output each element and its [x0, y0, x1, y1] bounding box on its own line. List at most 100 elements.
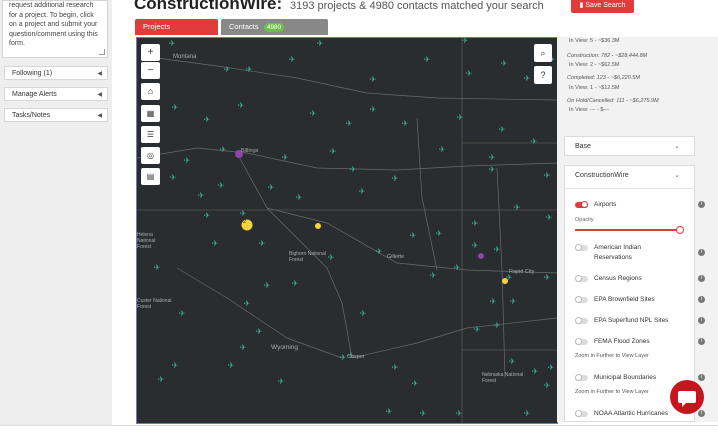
airport-icon[interactable]: ✈ — [289, 55, 296, 64]
project-cluster-marker[interactable] — [478, 253, 484, 259]
airport-icon[interactable]: ✈ — [330, 147, 337, 156]
airport-icon[interactable]: ✈ — [268, 183, 275, 192]
layer-toggle-airports[interactable]: Airports i — [575, 200, 705, 212]
airport-icon[interactable]: ✈ — [412, 379, 419, 388]
airport-icon[interactable]: ✈ — [420, 409, 427, 418]
airport-icon[interactable]: ✈ — [264, 281, 271, 290]
airport-icon[interactable]: ✈ — [392, 174, 399, 183]
chevron-down-icon[interactable]: ⌄ — [674, 171, 680, 179]
airport-icon[interactable]: ✈ — [544, 381, 551, 390]
airport-icon[interactable]: ✈ — [501, 59, 508, 68]
airport-icon[interactable]: ✈ — [238, 101, 245, 110]
airport-icon[interactable]: ✈ — [204, 115, 211, 124]
airport-icon[interactable]: ✈ — [198, 191, 205, 200]
airport-icon[interactable]: ✈ — [224, 65, 231, 74]
sidebar-item-manage-alerts[interactable]: Manage Alerts ◀ — [4, 87, 108, 101]
toggle-switch[interactable] — [575, 296, 588, 303]
airport-icon[interactable]: ✈ — [457, 113, 464, 122]
info-icon[interactable]: i — [698, 317, 705, 324]
airport-icon[interactable]: ✈ — [402, 119, 409, 128]
chevron-down-icon[interactable]: ⌄ — [674, 142, 680, 150]
airport-icon[interactable]: ✈ — [228, 361, 235, 370]
airport-icon[interactable]: ✈ — [172, 361, 179, 370]
map-search-button[interactable]: ⌕ — [534, 44, 552, 62]
airport-icon[interactable]: ✈ — [184, 156, 191, 165]
project-cluster-marker[interactable] — [315, 223, 321, 229]
toggle-switch[interactable] — [575, 410, 588, 417]
save-search-button[interactable]: ▮ Save Search — [571, 0, 634, 13]
map-help-button[interactable]: ? — [534, 66, 552, 84]
sidebar-item-following[interactable]: Following (1) ◀ — [4, 66, 108, 80]
info-icon[interactable]: i — [698, 296, 705, 303]
airport-icon[interactable]: ✈ — [386, 407, 393, 416]
info-icon[interactable]: i — [698, 338, 705, 345]
airport-icon[interactable]: ✈ — [158, 375, 165, 384]
airport-icon[interactable]: ✈ — [220, 145, 227, 154]
airport-icon[interactable]: ✈ — [154, 263, 161, 272]
toggle-switch[interactable] — [575, 317, 588, 324]
chat-button[interactable] — [670, 380, 704, 414]
toggle-switch[interactable] — [575, 201, 588, 208]
map-view[interactable]: ✈ ✈ ✈ ✈ ✈ ✈ ✈ ✈ ✈ ✈ ✈ ✈ ✈ ✈ ✈ ✈ ✈ ✈ ✈ ✈ — [136, 37, 558, 424]
airport-icon[interactable]: ✈ — [310, 109, 317, 118]
slider-handle[interactable] — [676, 226, 684, 234]
airport-icon[interactable]: ✈ — [474, 325, 481, 334]
airport-icon[interactable]: ✈ — [240, 343, 247, 352]
airport-icon[interactable]: ✈ — [439, 145, 446, 154]
airport-icon[interactable]: ✈ — [296, 193, 303, 202]
airport-icon[interactable]: ✈ — [472, 241, 479, 250]
airport-icon[interactable]: ✈ — [317, 39, 324, 48]
airport-icon[interactable]: ✈ — [544, 273, 551, 282]
airport-icon[interactable]: ✈ — [246, 65, 253, 74]
airport-icon[interactable]: ✈ — [514, 203, 521, 212]
airport-icon[interactable]: ✈ — [218, 181, 225, 190]
airport-icon[interactable]: ✈ — [454, 263, 461, 272]
tab-contacts[interactable]: Contacts 4980 — [221, 19, 328, 35]
airport-icon[interactable]: ✈ — [376, 247, 383, 256]
airport-icon[interactable]: ✈ — [360, 309, 367, 318]
toggle-switch[interactable] — [575, 275, 588, 282]
layer-toggle-epa-brownfield[interactable]: EPA Brownfield Sites i — [575, 295, 705, 307]
airport-icon[interactable]: ✈ — [462, 38, 469, 45]
airport-icon[interactable]: ✈ — [282, 153, 289, 162]
airport-icon[interactable]: ✈ — [489, 153, 496, 162]
info-icon[interactable]: i — [698, 249, 705, 256]
airport-icon[interactable]: ✈ — [179, 309, 186, 318]
map-canvas[interactable]: ✈ ✈ ✈ ✈ ✈ ✈ ✈ ✈ ✈ ✈ ✈ ✈ ✈ ✈ ✈ ✈ ✈ ✈ ✈ ✈ — [137, 38, 557, 423]
airport-icon[interactable]: ✈ — [259, 239, 266, 248]
airport-icon[interactable]: ✈ — [494, 321, 501, 330]
airport-icon[interactable]: ✈ — [359, 187, 366, 196]
airport-icon[interactable]: ✈ — [494, 245, 501, 254]
airport-icon[interactable]: ✈ — [410, 231, 417, 240]
airport-icon[interactable]: ✈ — [424, 55, 431, 64]
toggle-switch[interactable] — [575, 338, 588, 345]
airport-icon[interactable]: ✈ — [489, 165, 496, 174]
airport-icon[interactable]: ✈ — [466, 69, 473, 78]
airport-icon[interactable]: ✈ — [456, 409, 463, 418]
airport-icon[interactable]: ✈ — [548, 363, 555, 372]
airport-icon[interactable]: ✈ — [240, 209, 247, 218]
zoom-in-button[interactable]: + — [141, 44, 160, 61]
airport-icon[interactable]: ✈ — [532, 367, 539, 376]
airport-icon[interactable]: ✈ — [204, 211, 211, 220]
layer-list-button[interactable]: ☰ — [141, 126, 160, 143]
zoom-out-button[interactable]: − — [141, 62, 160, 79]
opacity-slider[interactable] — [575, 226, 684, 234]
base-section[interactable]: Base ⌄ — [564, 136, 695, 156]
layer-toggle-american-indian-reservations[interactable]: American Indian Reservations i — [575, 243, 705, 263]
layer-toggle-fema-flood[interactable]: FEMA Flood Zones i — [575, 337, 705, 349]
airport-icon[interactable]: ✈ — [392, 363, 399, 372]
locate-button[interactable]: ◎ — [141, 147, 160, 164]
airport-icon[interactable]: ✈ — [370, 105, 377, 114]
info-icon[interactable]: i — [698, 275, 705, 282]
airport-icon[interactable]: ✈ — [531, 137, 538, 146]
basemap-gallery-button[interactable]: ▦ — [141, 105, 160, 122]
airport-icon[interactable]: ✈ — [436, 229, 443, 238]
airport-icon[interactable]: ✈ — [292, 279, 299, 288]
resize-grip[interactable] — [99, 49, 105, 55]
airport-icon[interactable]: ✈ — [340, 353, 347, 362]
layer-toggle-epa-superfund[interactable]: EPA Superfund NPL Sites i — [575, 316, 705, 328]
tab-projects[interactable]: Projects — [135, 19, 218, 35]
airport-icon[interactable]: ✈ — [370, 75, 377, 84]
layer-toggle-census-regions[interactable]: Census Regions i — [575, 274, 705, 286]
